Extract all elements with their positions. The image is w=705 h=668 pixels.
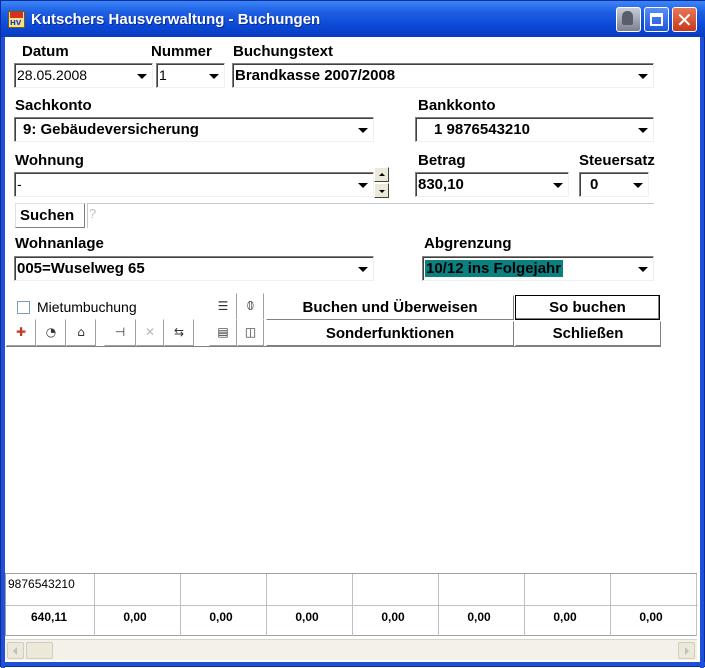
window-frame-left [1, 1, 5, 668]
wohnung-select[interactable]: - [14, 172, 374, 197]
chevron-down-icon[interactable] [638, 267, 648, 272]
grid-cell[interactable]: 0,00 [178, 610, 264, 624]
scroll-left-icon[interactable] [7, 642, 24, 659]
window-frame-bottom [1, 662, 705, 666]
maximize-icon [650, 13, 663, 26]
grid-cell[interactable]: 0,00 [436, 610, 522, 624]
spin-up-icon[interactable] [374, 167, 389, 182]
betrag-field[interactable]: 830,10 [415, 172, 569, 197]
steuersatz-select[interactable]: 0 [579, 172, 649, 197]
divider [6, 346, 661, 347]
buchen-ueberweisen-button[interactable]: Buchen und Überweisen [266, 295, 514, 320]
split-icon[interactable]: ⊣ [104, 319, 136, 346]
search-input[interactable] [87, 203, 654, 228]
list-icon[interactable]: ☰ [209, 293, 237, 320]
mietumbuchung-checkbox[interactable] [17, 301, 30, 314]
konto-grid[interactable]: 9876543210 640,11 0,00 0,00 0,00 0,00 0,… [5, 573, 698, 636]
grid-header-cell: 9876543210 [8, 577, 75, 591]
chevron-down-icon[interactable] [358, 183, 368, 188]
spin-down-icon[interactable] [374, 183, 389, 198]
mietumbuchung-label: Mietumbuchung [37, 299, 137, 315]
abgrenzung-label: Abgrenzung [424, 235, 512, 252]
grid-cell[interactable]: 0,00 [92, 610, 178, 624]
sachkonto-select[interactable]: 9: Gebäudeversicherung [14, 117, 374, 142]
close-button[interactable]: ✕ [672, 7, 697, 32]
grid-cell[interactable]: 0,00 [522, 610, 608, 624]
delete-icon[interactable]: ✕ [136, 319, 164, 346]
bankkonto-label: Bankkonto [418, 97, 496, 114]
scroll-right-icon[interactable] [678, 642, 695, 659]
piggybank-icon[interactable]: ◔ [36, 319, 66, 346]
wohnung-spinner[interactable] [374, 167, 389, 198]
window-title: Kutschers Hausverwaltung - Buchungen [31, 11, 321, 28]
steuersatz-label: Steuersatz [579, 152, 655, 169]
schliessen-button[interactable]: Schließen [515, 321, 661, 346]
nummer-field[interactable]: 1 [156, 63, 225, 88]
book-icon[interactable]: ◫ [237, 319, 264, 346]
abgrenzung-select[interactable]: 10/12 ins Folgejahr [422, 256, 654, 281]
minimize-button[interactable] [616, 7, 641, 32]
new-entry-icon[interactable]: ✚ [6, 319, 36, 346]
scroll-thumb[interactable] [26, 642, 53, 659]
buchungstext-label: Buchungstext [233, 43, 334, 60]
maximize-button[interactable] [644, 7, 669, 32]
chevron-down-icon[interactable] [553, 183, 563, 188]
app-icon[interactable]: HV [8, 11, 25, 28]
betrag-label: Betrag [418, 152, 466, 169]
chevron-down-icon[interactable] [638, 128, 648, 133]
bankkonto-select[interactable]: 1 9876543210 [415, 117, 654, 142]
chevron-down-icon[interactable] [633, 183, 643, 188]
grid-cell[interactable]: 0,00 [608, 610, 694, 624]
grid-cell[interactable]: 0,00 [350, 610, 436, 624]
chevron-down-icon[interactable] [638, 74, 648, 79]
wohnung-label: Wohnung [15, 152, 84, 169]
sachkonto-label: Sachkonto [15, 97, 92, 114]
buchungstext-field[interactable]: Brandkasse 2007/2008 [232, 63, 654, 88]
grid-cell[interactable]: 0,00 [264, 610, 350, 624]
grid-cell[interactable]: 640,11 [6, 610, 92, 624]
buchungen-window: HV Kutschers Hausverwaltung - Buchungen … [0, 0, 705, 668]
house-icon[interactable]: ⌂ [66, 319, 96, 346]
paperclip-icon[interactable]: 𝟘 [237, 293, 264, 320]
datum-label: Datum [22, 43, 69, 60]
datum-field[interactable]: 28.05.2008 [14, 63, 153, 88]
chevron-down-icon[interactable] [137, 74, 147, 79]
wohnanlage-label: Wohnanlage [15, 235, 104, 252]
horizontal-scrollbar[interactable] [5, 639, 697, 660]
sonderfunktionen-button[interactable]: Sonderfunktionen [266, 321, 514, 346]
minimize-icon [622, 11, 633, 25]
help-icon: ? [89, 206, 97, 221]
close-icon: ✕ [676, 8, 693, 32]
nummer-label: Nummer [151, 43, 212, 60]
so-buchen-button[interactable]: So buchen [515, 295, 660, 320]
search-button[interactable]: Suchen [15, 203, 85, 228]
wohnanlage-select[interactable]: 005=Wuselweg 65 [14, 256, 374, 281]
chevron-down-icon[interactable] [358, 128, 368, 133]
window-frame-right [700, 1, 704, 668]
calculator-icon[interactable]: ▤ [209, 319, 237, 346]
chevron-down-icon[interactable] [209, 74, 219, 79]
transfer-icon[interactable]: ⇆ [164, 319, 194, 346]
chevron-down-icon[interactable] [358, 267, 368, 272]
title-bar[interactable]: HV Kutschers Hausverwaltung - Buchungen … [1, 1, 705, 37]
